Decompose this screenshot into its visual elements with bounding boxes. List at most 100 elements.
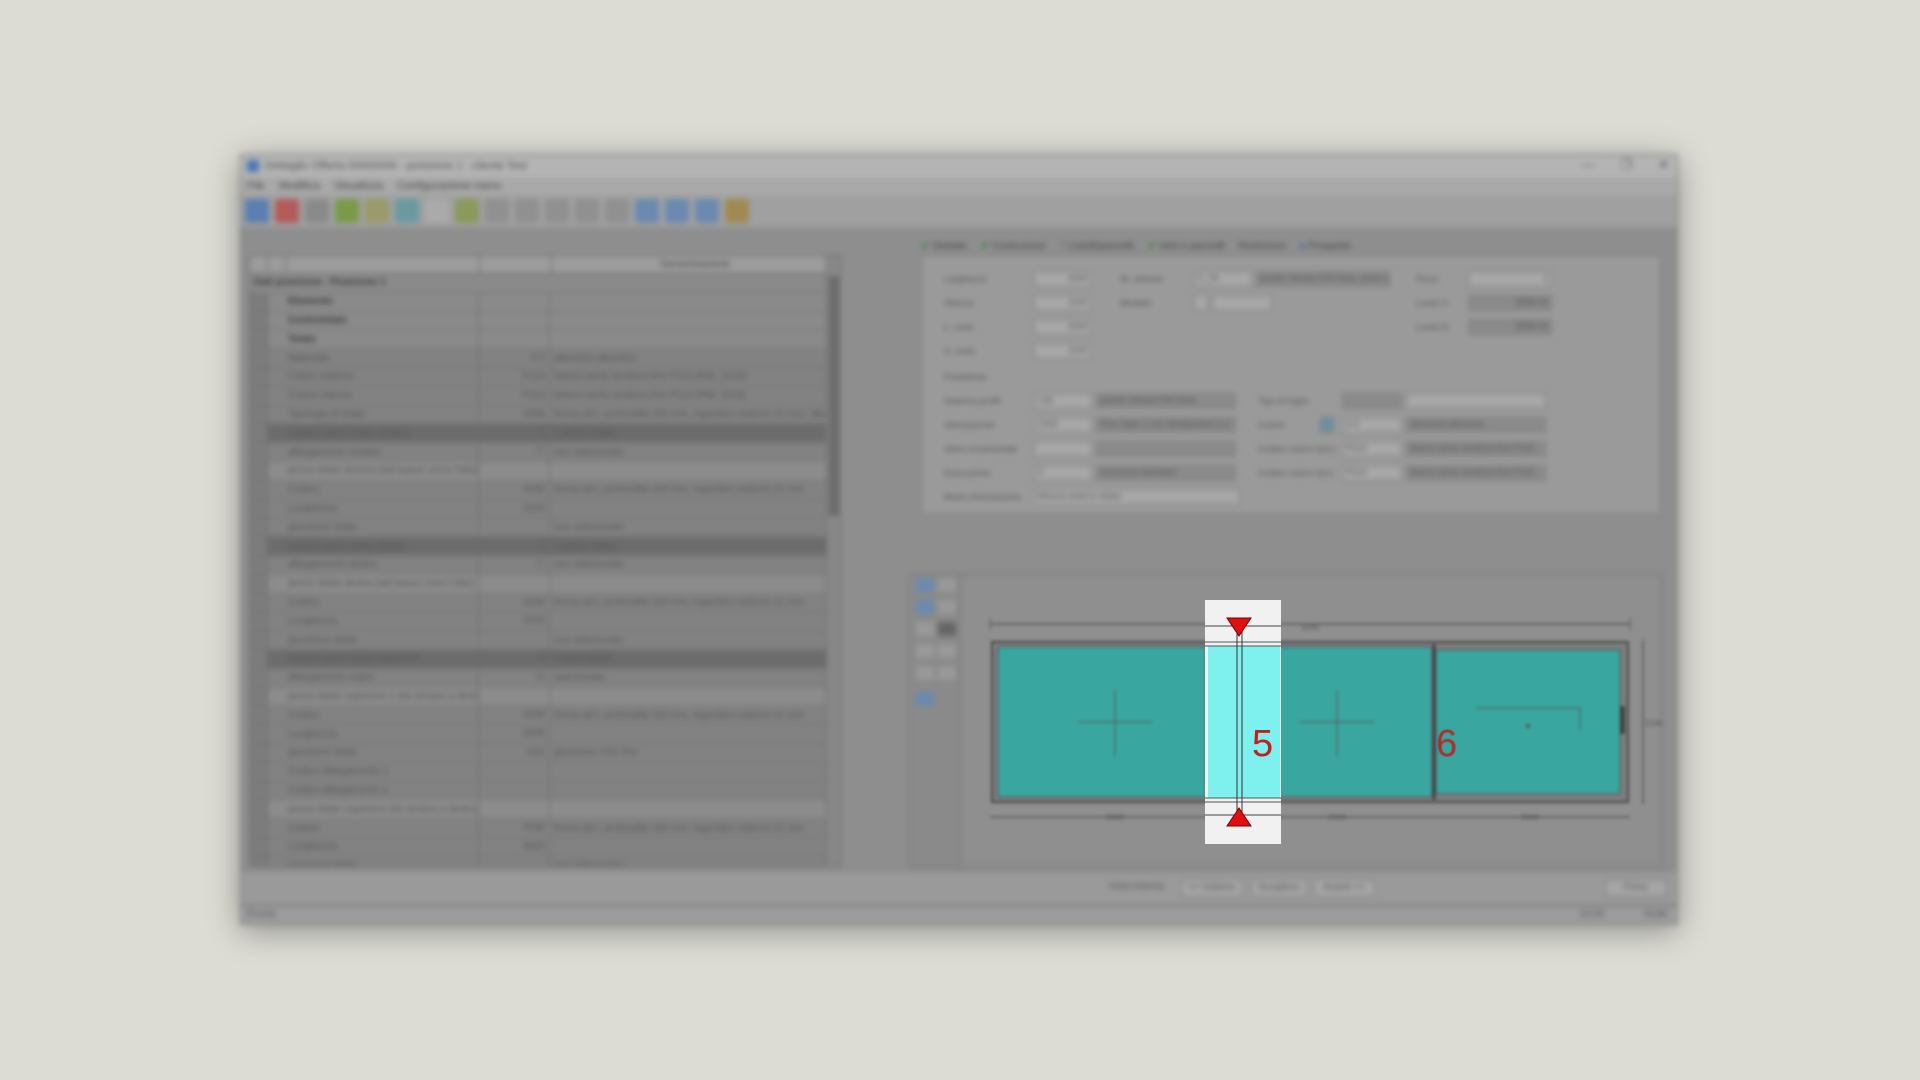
- grid-icon[interactable]: [635, 199, 659, 223]
- table-row[interactable]: allargamento sopra ☑ selezionato: [250, 668, 840, 688]
- row-value[interactable]: 1 pezzo telaio: [550, 428, 840, 439]
- menu-file[interactable]: File: [247, 180, 265, 192]
- copy-tool-icon[interactable]: [916, 644, 934, 658]
- row-code[interactable]: P113: [478, 386, 550, 405]
- cut-tool-icon[interactable]: [938, 622, 956, 636]
- paste-tool-icon[interactable]: [938, 644, 956, 658]
- row-code[interactable]: 2100: [478, 499, 550, 518]
- row-code[interactable]: 2: [478, 649, 550, 668]
- row-value[interactable]: non selezionato: [550, 447, 840, 458]
- layout-icon[interactable]: [665, 199, 689, 223]
- modello-picker-button[interactable]: [1194, 295, 1208, 311]
- row-value[interactable]: selezionato: [550, 672, 840, 683]
- row-code[interactable]: ☐: [478, 555, 550, 574]
- measure-tool-icon[interactable]: [916, 666, 934, 680]
- table-row[interactable]: Materiale 2-2 alluminio-alluminio: [250, 349, 840, 368]
- altezza-costruzione-field[interactable]: 2100: [1034, 343, 1092, 359]
- row-value[interactable]: giunzione VS1 fine: [550, 747, 840, 758]
- row-code[interactable]: [478, 461, 550, 480]
- row-value[interactable]: forma ad L profondità 160 mm, ingombro e…: [550, 710, 840, 721]
- table-row[interactable]: pezzo telaio superiore (da sinistra a de…: [250, 800, 840, 820]
- table-row[interactable]: giunzione telaio VS1 giunzione VS1 fine: [250, 743, 840, 763]
- table-row[interactable]: Codice 4266 forma ad L profondità 160 mm, …: [250, 480, 840, 500]
- row-value[interactable]: non selezionato: [550, 860, 840, 866]
- row-code[interactable]: [478, 856, 550, 866]
- table-icon[interactable]: [695, 199, 719, 223]
- last-record-icon[interactable]: [605, 199, 629, 223]
- altezza-field[interactable]: 2100: [1034, 295, 1092, 311]
- table-row[interactable]: allargamento sinistra ☐ non selezionato: [250, 443, 840, 462]
- row-value[interactable]: forma ad L profondità 160 mm, ingombro e…: [550, 597, 840, 608]
- table-row[interactable]: Codice 4266 forma ad L profondità 160 mm, …: [250, 706, 840, 726]
- row-code[interactable]: 1: [478, 537, 550, 555]
- table-row[interactable]: giunzione telaio non selezionato: [250, 856, 840, 866]
- row-code[interactable]: VS1: [478, 743, 550, 762]
- vista-interna-button[interactable]: Vista interna: [1101, 879, 1171, 897]
- row-value[interactable]: bianco perla struttura fine P113 (RAL 10…: [550, 371, 840, 382]
- minimize-button[interactable]: —: [1581, 157, 1594, 173]
- table-row[interactable]: Controtelaio: [250, 311, 840, 331]
- row-code[interactable]: [478, 762, 550, 781]
- tree-icon[interactable]: [455, 199, 479, 223]
- table-row[interactable]: pezzo telaio sinistra (dal basso verso l…: [250, 461, 840, 481]
- pencil-icon[interactable]: [725, 199, 749, 223]
- avanti-button[interactable]: Avanti >>: [1313, 879, 1375, 897]
- row-value[interactable]: non selezionato: [550, 522, 840, 533]
- tipo-foglio-field[interactable]: [1342, 393, 1402, 409]
- table-row[interactable]: Codice allargamento 2: [250, 781, 840, 801]
- table-row[interactable]: numero pezzi telaio destra 1 1 pezzo telai…: [250, 537, 840, 556]
- table-row[interactable]: Elemento: [250, 292, 840, 312]
- row-value[interactable]: bianco perla struttura fine P113 (RAL 10…: [550, 390, 840, 401]
- menu-configurazione[interactable]: Configurazione menu: [397, 180, 502, 192]
- row-code[interactable]: 2100: [478, 612, 550, 631]
- tab-prospetto[interactable]: ● Prospetto: [1299, 241, 1351, 252]
- row-code[interactable]: [478, 330, 550, 349]
- table-row[interactable]: Colore esterno P113 bianco perla struttura…: [250, 367, 840, 387]
- esecuzione-code-field[interactable]: 0: [1034, 465, 1092, 481]
- row-code[interactable]: [478, 781, 550, 800]
- row-code[interactable]: [478, 574, 550, 593]
- row-code[interactable]: 4266: [478, 819, 550, 837]
- table-row[interactable]: Lunghezza 2100: [250, 612, 840, 632]
- colore-code-field[interactable]: 2-2: [1342, 417, 1402, 433]
- first-record-icon[interactable]: [485, 199, 509, 223]
- menu-visualizza[interactable]: Visualizza: [334, 180, 383, 192]
- row-code[interactable]: 3000: [478, 837, 550, 856]
- next-record-icon[interactable]: [575, 199, 599, 223]
- codice-colore-esterno-field[interactable]: P113: [1342, 441, 1402, 457]
- tab-costruzione[interactable]: ✔ Costruzione: [981, 241, 1046, 252]
- row-code[interactable]: P113: [478, 367, 550, 386]
- row-value[interactable]: 1 pezzo telaio: [550, 541, 840, 552]
- refresh-icon[interactable]: [245, 199, 269, 223]
- select-tool-icon[interactable]: [916, 600, 934, 614]
- row-code[interactable]: ☑: [478, 668, 550, 687]
- row-code[interactable]: 2-2: [478, 349, 550, 367]
- row-code[interactable]: 4266: [478, 480, 550, 499]
- color-picker-icon[interactable]: [1320, 417, 1334, 433]
- row-code[interactable]: [478, 631, 550, 649]
- tab-vetri[interactable]: ✔ Vetri e pannelli: [1148, 241, 1225, 252]
- grid-scrollbar[interactable]: [826, 256, 840, 866]
- table-row[interactable]: numero pezzi telaio superiore 2 2 pezzi te…: [250, 649, 840, 669]
- table-row[interactable]: Colore interno P113 bianco perla struttura…: [250, 386, 840, 406]
- table-row[interactable]: allargamento destra ☐ non selezionato: [250, 555, 840, 575]
- row-code[interactable]: 4266: [478, 706, 550, 725]
- row-code[interactable]: ☐: [478, 443, 550, 461]
- row-code[interactable]: [478, 311, 550, 330]
- table-row[interactable]: giunzione telaio non selezionato: [250, 631, 840, 650]
- table-row[interactable]: Codice 4266 forma ad L profondità 160 mm, …: [250, 593, 840, 613]
- table-row[interactable]: Codice allargamento 1: [250, 762, 840, 782]
- sistema-code-field[interactable]: 136: [1034, 393, 1092, 409]
- scegliere-button[interactable]: Scegliere: [1251, 879, 1307, 897]
- modello-field[interactable]: [1212, 295, 1272, 311]
- move-tool-icon[interactable]: [916, 622, 934, 636]
- row-code[interactable]: [478, 687, 550, 706]
- table-row[interactable]: pezzo telaio superiore 1 (da sinistra a …: [250, 687, 840, 707]
- row-code[interactable]: 1: [478, 424, 550, 443]
- row-value[interactable]: non selezionato: [550, 559, 840, 570]
- vetro-code-field[interactable]: 2303: [1034, 417, 1092, 433]
- ornamentale-code-field[interactable]: [1034, 441, 1092, 457]
- zoom-tool-icon[interactable]: [938, 578, 956, 592]
- tab-globale[interactable]: ✔ Globale: [921, 241, 967, 252]
- restore-button[interactable]: ❐: [1620, 157, 1632, 173]
